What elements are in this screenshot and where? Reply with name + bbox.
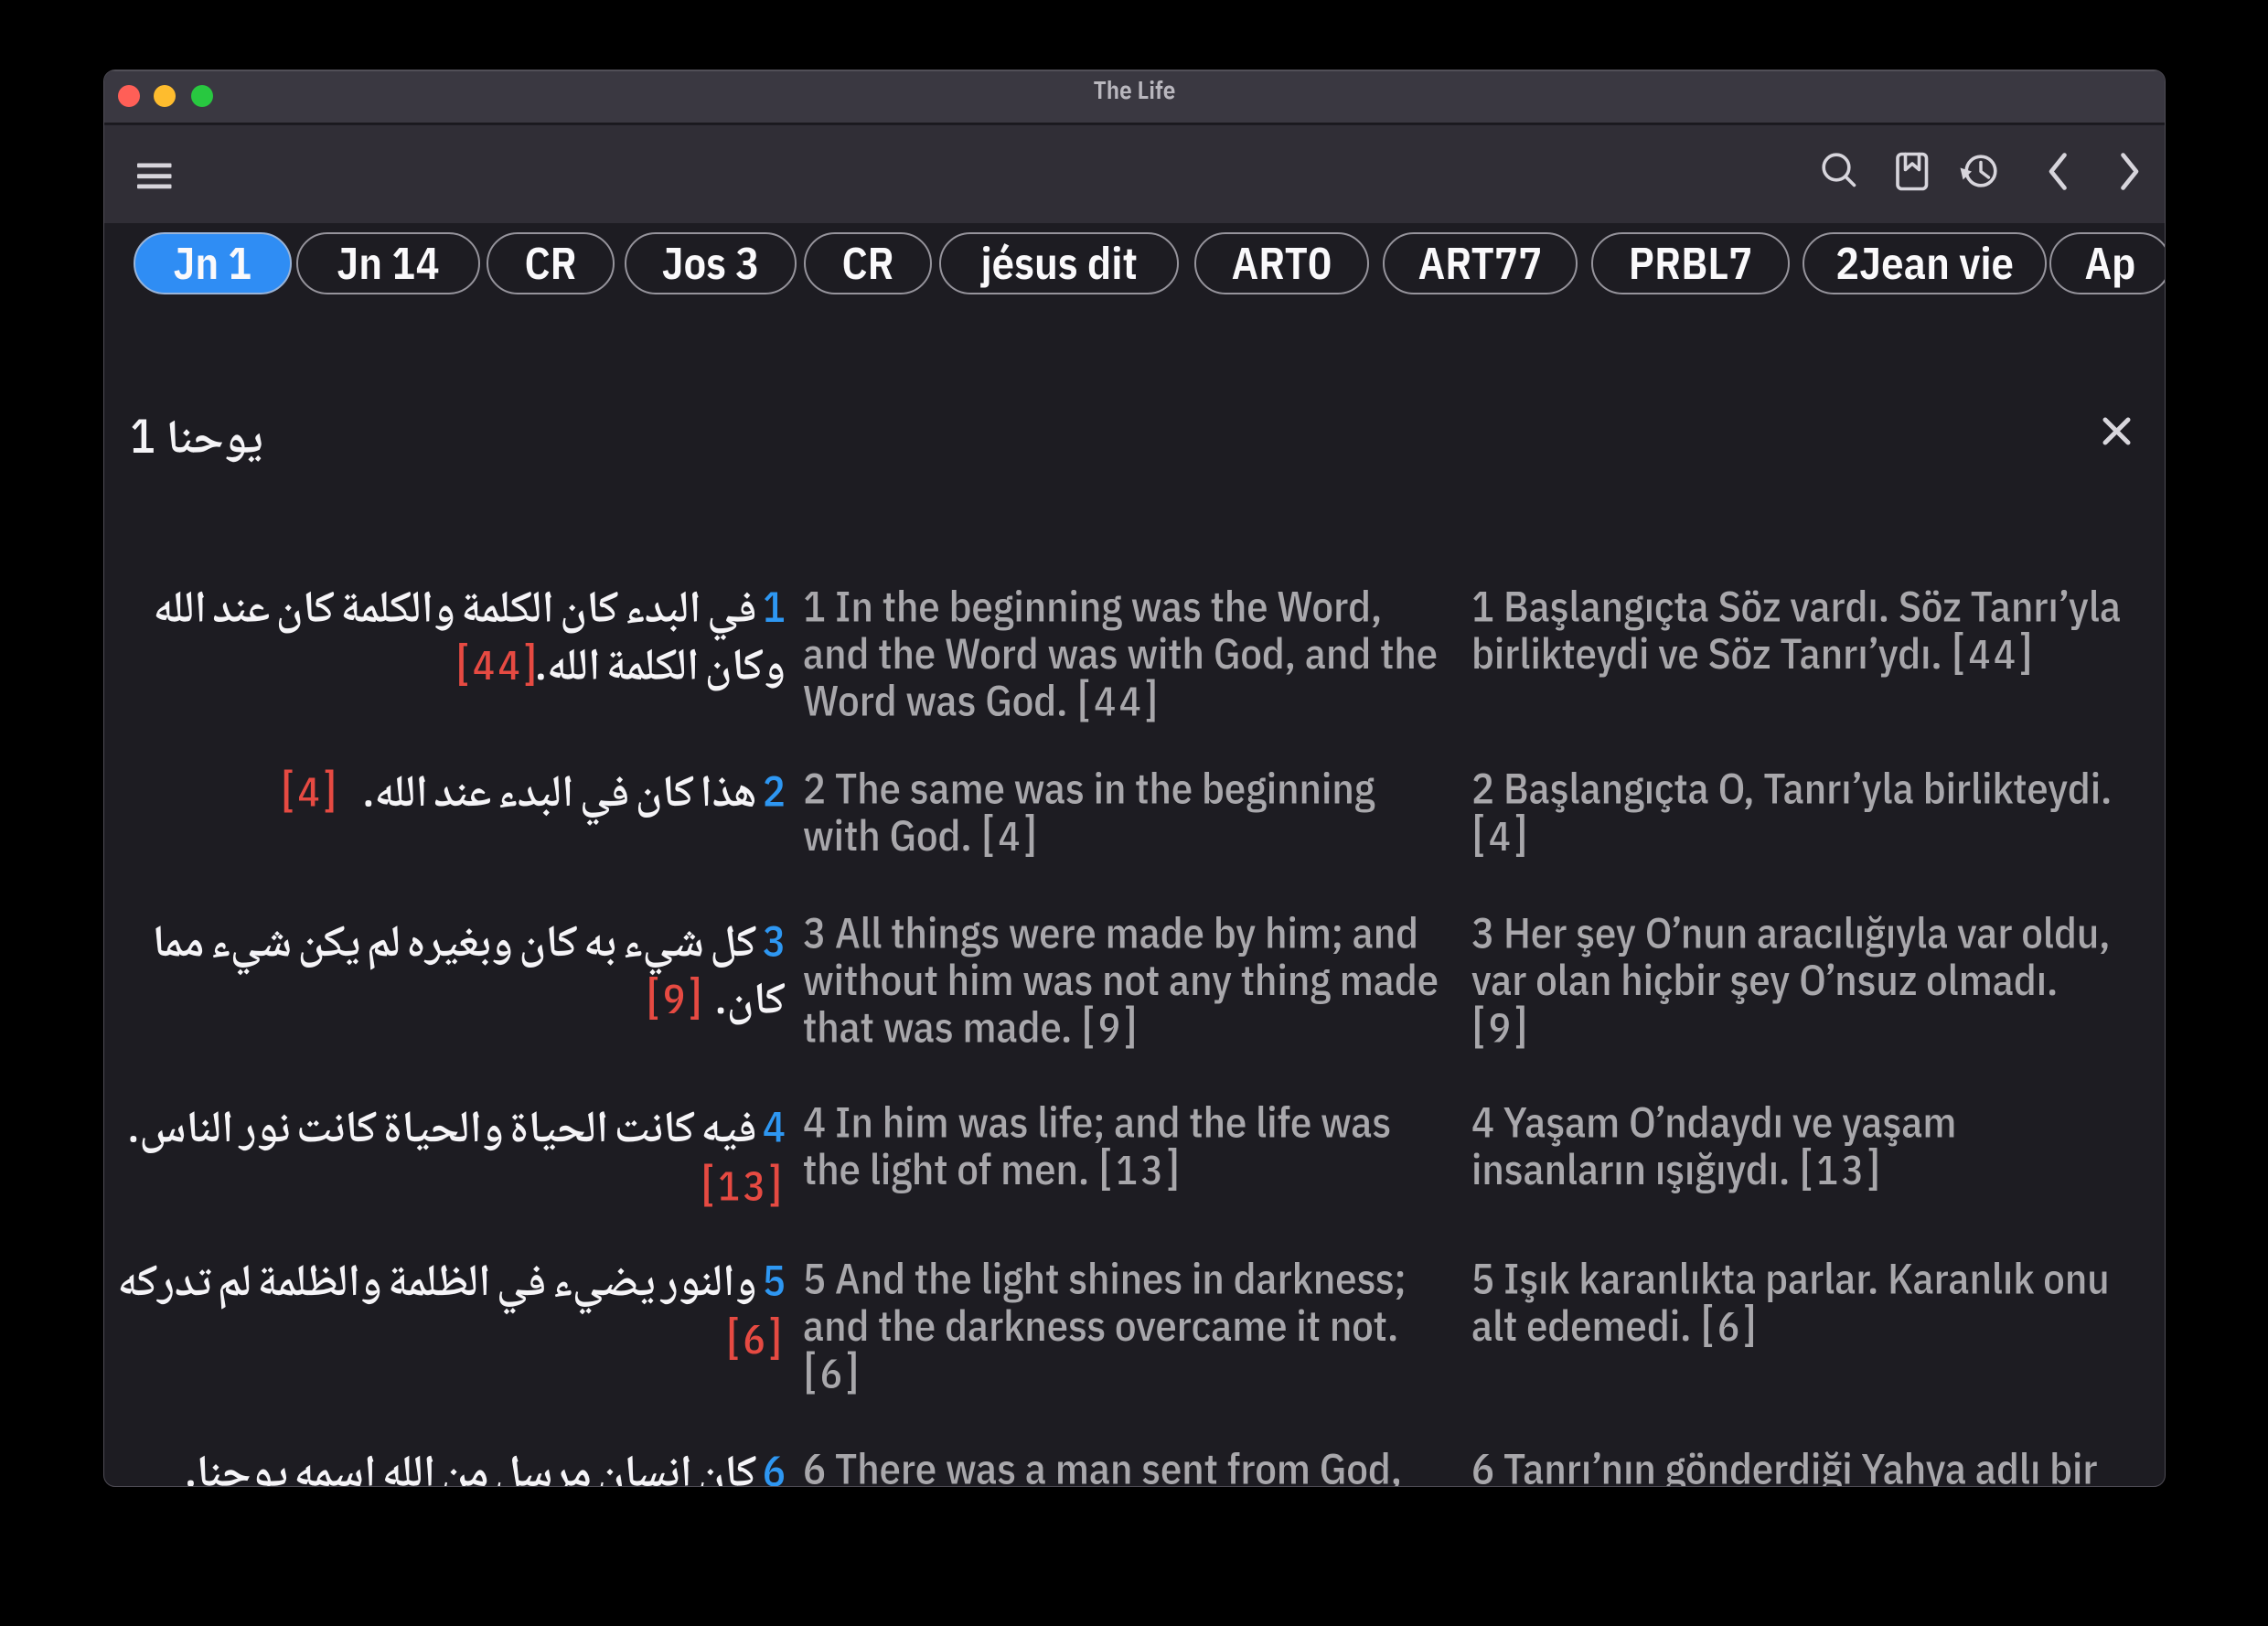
svg-text:[9]: [9]	[1471, 994, 1531, 1056]
svg-text:[6]: [6]	[803, 1339, 862, 1401]
svg-text:birlikteydi ve Söz Tanrı’ydı.: birlikteydi ve Söz Tanrı’ydı. [44]	[1471, 620, 2036, 682]
svg-text:alt edemedi. [6]: alt edemedi. [6]	[1471, 1292, 1760, 1354]
svg-text:يوحنا 1: يوحنا 1	[130, 401, 263, 483]
svg-text:6 Tanrı’nın gönderdiği Yahya a: 6 Tanrı’nın gönderdiği Yahya adlı bir	[1471, 1439, 2098, 1487]
svg-text:[4]: [4]	[1471, 802, 1531, 864]
svg-text:and the darkness overcame it n: and the darkness overcame it not.	[803, 1297, 1398, 1353]
svg-text:[4]: [4]	[281, 758, 340, 820]
svg-text:4 فيه كانت الحياة والحياة كانت: 4 فيه كانت الحياة والحياة كانت نور الناس…	[127, 1096, 786, 1171]
svg-text:insanların ışığıydı. [13]: insanların ışığıydı. [13]	[1471, 1136, 1884, 1198]
svg-text:[6]: [6]	[726, 1305, 786, 1367]
svg-text:6 كان انسان مرسل من الله اسمه: 6 كان انسان مرسل من الله اسمه يوحنا.	[185, 1439, 786, 1487]
svg-text:var olan hiçbir şey O’nsuz olm: var olan hiçbir şey O’nsuz olmadı.	[1471, 951, 2058, 1007]
svg-text:5 والنور يضيء في الظلمة والظلم: 5 والنور يضيء في الظلمة والظلمة لم تدركه	[117, 1249, 786, 1325]
svg-text:6 There was a man sent from Go: 6 There was a man sent from God,	[803, 1439, 1402, 1487]
svg-text:وكان الكلمة الله.: وكان الكلمة الله.	[535, 633, 786, 709]
svg-text:[44]: [44]	[455, 631, 540, 693]
svg-text:Word was God. [44]: Word was God. [44]	[803, 668, 1161, 730]
svg-text:the light of men. [13]: the light of men. [13]	[803, 1136, 1183, 1198]
svg-text:that was made. [9]: that was made. [9]	[803, 994, 1140, 1056]
svg-text:كان.: كان.	[715, 967, 786, 1043]
svg-text:2 هذا كان في البدء عند الله.: 2 هذا كان في البدء عند الله.	[362, 760, 786, 836]
svg-text:[9]: [9]	[646, 965, 705, 1027]
svg-text:with God. [4]: with God. [4]	[803, 802, 1041, 864]
svg-text:2 Başlangıçta O, Tanrı’yla bir: 2 Başlangıçta O, Tanrı’yla birlikteydi.	[1471, 760, 2112, 816]
svg-text:[13]: [13]	[701, 1151, 786, 1214]
